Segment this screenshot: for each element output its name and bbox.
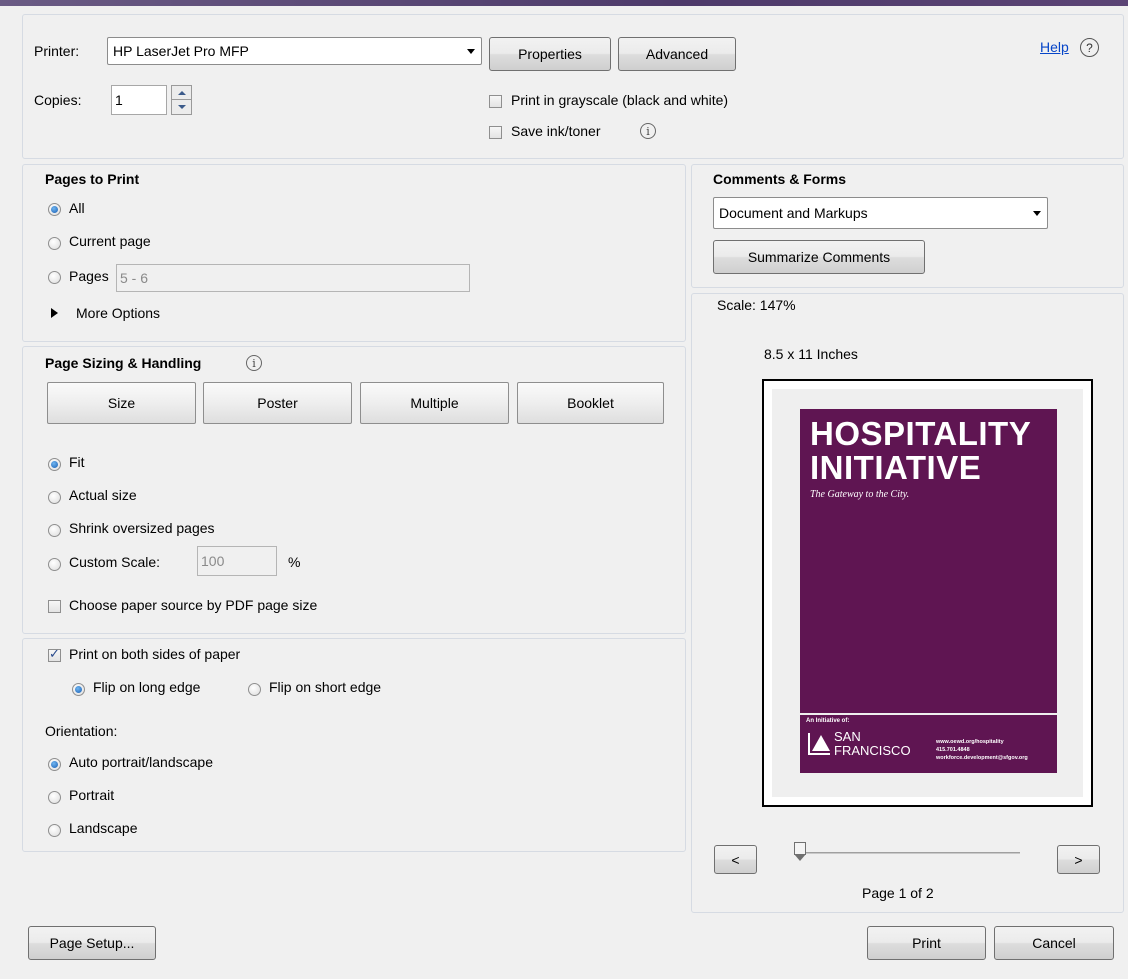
document-footer: An Initiative of: SAN FRANCISCO www.oewd…: [800, 715, 1057, 773]
comments-forms-select[interactable]: Document and Markups: [713, 197, 1048, 229]
copies-input[interactable]: 1: [111, 85, 167, 115]
poster-button[interactable]: Poster: [203, 382, 352, 424]
pages-range-label: Pages: [69, 268, 109, 284]
size-button[interactable]: Size: [47, 382, 196, 424]
expand-triangle-icon[interactable]: [51, 308, 58, 318]
auto-orientation-label: Auto portrait/landscape: [69, 754, 213, 770]
stepper-down-icon[interactable]: [172, 100, 191, 114]
pages-current-label: Current page: [69, 233, 151, 249]
shrink-label: Shrink oversized pages: [69, 520, 215, 536]
both-sides-checkbox[interactable]: [48, 646, 61, 662]
chevron-down-icon: [461, 38, 481, 64]
copies-label: Copies:: [34, 92, 82, 108]
grayscale-label: Print in grayscale (black and white): [511, 92, 729, 108]
short-edge-label: Flip on short edge: [269, 679, 382, 695]
shrink-radio[interactable]: [48, 524, 61, 537]
booklet-button[interactable]: Booklet: [517, 382, 664, 424]
long-edge-label: Flip on long edge: [93, 679, 201, 695]
page-sizing-title: Page Sizing & Handling: [45, 355, 202, 371]
pages-range-input[interactable]: 5 - 6: [116, 264, 470, 292]
help-link[interactable]: Help: [1040, 39, 1069, 55]
fit-radio[interactable]: [48, 458, 61, 471]
actual-size-radio[interactable]: [48, 491, 61, 504]
copies-stepper[interactable]: [171, 85, 192, 115]
footer-contact-3: workforce.development@sfgov.org: [936, 755, 1028, 761]
footer-contact-2: 415.701.4848: [936, 747, 970, 753]
page-slider-track[interactable]: [795, 852, 1020, 854]
paper-source-checkbox[interactable]: [48, 600, 61, 613]
orientation-title: Orientation:: [45, 723, 118, 739]
sizing-mode-buttons: Size Poster Multiple Booklet: [47, 382, 664, 424]
comments-forms-selected-value: Document and Markups: [719, 205, 868, 221]
next-page-button[interactable]: >: [1057, 845, 1100, 874]
portrait-label: Portrait: [69, 787, 115, 803]
page-slider-thumb[interactable]: [794, 842, 806, 862]
page-indicator: Page 1 of 2: [862, 885, 934, 901]
comments-forms-title: Comments & Forms: [713, 171, 847, 187]
advanced-button[interactable]: Advanced: [618, 37, 736, 71]
printer-selected-value: HP LaserJet Pro MFP: [113, 43, 249, 59]
page-preview: HOSPITALITY INITIATIVE The Gateway to th…: [762, 379, 1093, 807]
footer-contact-1: www.oewd.org/hospitality: [936, 739, 1004, 745]
footer-logo-line2: FRANCISCO: [834, 743, 911, 758]
window-title-bar: [0, 0, 1128, 6]
custom-scale-label: Custom Scale:: [69, 554, 161, 570]
info-icon[interactable]: i: [640, 123, 656, 139]
document-cover: HOSPITALITY INITIATIVE The Gateway to th…: [800, 409, 1057, 713]
auto-orientation-radio[interactable]: [48, 758, 61, 771]
pages-all-radio[interactable]: [48, 203, 61, 216]
doc-title-line1: HOSPITALITY: [810, 415, 1032, 452]
cancel-button[interactable]: Cancel: [994, 926, 1114, 960]
pages-range-radio[interactable]: [48, 271, 61, 284]
landscape-radio[interactable]: [48, 824, 61, 837]
multiple-button[interactable]: Multiple: [360, 382, 509, 424]
pages-to-print-title: Pages to Print: [45, 171, 140, 187]
print-button[interactable]: Print: [867, 926, 986, 960]
actual-size-label: Actual size: [69, 487, 137, 503]
chevron-down-icon: [1027, 198, 1047, 228]
pages-current-radio[interactable]: [48, 237, 61, 250]
more-options-toggle[interactable]: More Options: [76, 305, 160, 321]
doc-subtitle: The Gateway to the City.: [810, 489, 910, 500]
grayscale-checkbox[interactable]: [489, 95, 502, 108]
short-edge-radio[interactable]: [248, 683, 261, 696]
doc-title-line2: INITIATIVE: [810, 449, 982, 486]
help-icon[interactable]: ?: [1080, 38, 1099, 57]
page-sizing-info-icon[interactable]: i: [246, 355, 262, 371]
printer-label: Printer:: [34, 43, 80, 59]
fit-label: Fit: [69, 454, 85, 470]
save-ink-checkbox[interactable]: [489, 126, 502, 139]
stepper-up-icon[interactable]: [172, 86, 191, 100]
percent-label: %: [288, 554, 301, 570]
page-setup-button[interactable]: Page Setup...: [28, 926, 156, 960]
footer-logo-line1: SAN: [834, 729, 861, 744]
paper-source-label: Choose paper source by PDF page size: [69, 597, 318, 613]
landscape-label: Landscape: [69, 820, 138, 836]
previous-page-button[interactable]: <: [714, 845, 757, 874]
paper-size-label: 8.5 x 11 Inches: [764, 346, 858, 362]
pages-all-label: All: [69, 200, 85, 216]
footer-initiative: An Initiative of:: [806, 718, 850, 724]
portrait-radio[interactable]: [48, 791, 61, 804]
custom-scale-radio[interactable]: [48, 558, 61, 571]
save-ink-label: Save ink/toner: [511, 123, 601, 139]
scale-label: Scale: 147%: [717, 297, 796, 313]
properties-button[interactable]: Properties: [489, 37, 611, 71]
custom-scale-input[interactable]: 100: [197, 546, 277, 576]
both-sides-label: Print on both sides of paper: [69, 646, 241, 662]
printer-select[interactable]: HP LaserJet Pro MFP: [107, 37, 482, 65]
sf-logo-icon: [808, 733, 830, 755]
summarize-comments-button[interactable]: Summarize Comments: [713, 240, 925, 274]
long-edge-radio[interactable]: [72, 683, 85, 696]
